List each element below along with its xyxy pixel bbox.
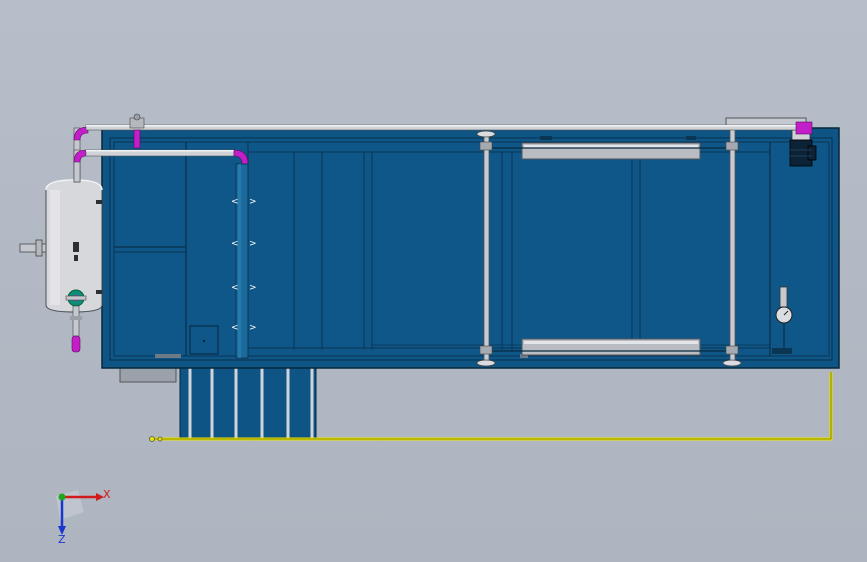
svg-text:<: < xyxy=(231,239,239,249)
svg-text:>: > xyxy=(249,283,257,293)
svg-text:>: > xyxy=(249,197,257,207)
y-axis-origin-icon xyxy=(58,493,66,501)
pressure-vessel-icon[interactable] xyxy=(19,179,103,353)
cad-viewport[interactable]: < > < > < > < > X Z xyxy=(0,0,867,562)
cad-drawing[interactable]: < > < > < > < > X Z xyxy=(0,0,867,562)
svg-text:<: < xyxy=(231,323,239,333)
z-axis-label: Z xyxy=(58,533,66,546)
x-axis-label: X xyxy=(103,488,111,501)
drain-legs xyxy=(119,367,317,439)
tank-body-icon[interactable] xyxy=(101,127,840,369)
svg-text:>: > xyxy=(249,323,257,333)
svg-text:<: < xyxy=(231,283,239,293)
axis-triad: X Z xyxy=(56,488,111,546)
svg-text:<: < xyxy=(231,197,239,207)
svg-text:>: > xyxy=(249,239,257,249)
